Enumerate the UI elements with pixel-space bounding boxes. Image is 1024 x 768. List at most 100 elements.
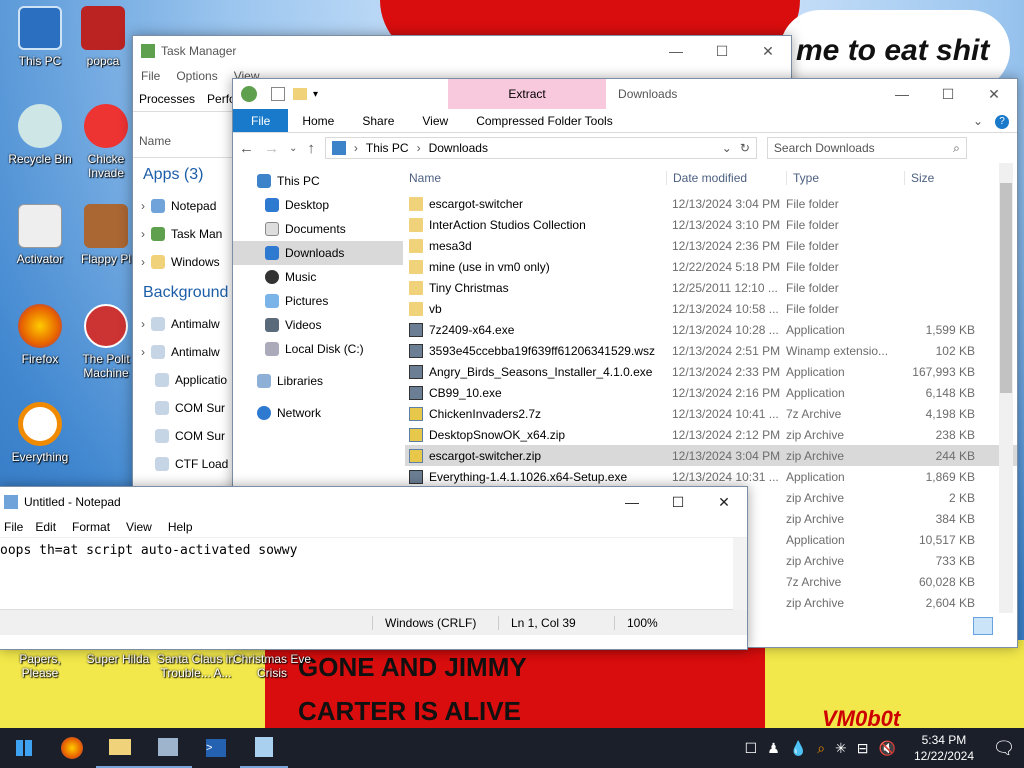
desktop-icon-activator[interactable]: Activator (2, 204, 78, 266)
file-row[interactable]: escargot-switcher 12/13/2024 3:04 PM File … (405, 193, 1017, 214)
tab-view[interactable]: View (408, 109, 462, 132)
tray-everything-icon[interactable]: ⌕ (817, 740, 825, 757)
file-row[interactable]: vb 12/13/2024 10:58 ... File folder (405, 298, 1017, 319)
ribbon-expand-icon[interactable]: ⌄ (969, 109, 987, 132)
properties-icon[interactable] (271, 87, 285, 101)
nav-videos[interactable]: Videos (233, 313, 403, 337)
desktop-icon-everything[interactable]: Everything (2, 402, 78, 464)
up-icon[interactable]: ↑ (307, 140, 315, 157)
file-row[interactable]: Tiny Christmas 12/25/2011 12:10 ... File f… (405, 277, 1017, 298)
refresh-icon[interactable]: ↻ (740, 141, 750, 155)
notepad-editor[interactable]: oops th=at script auto-activated sowwy (0, 537, 747, 610)
file-row[interactable]: 7z2409-x64.exe 12/13/2024 10:28 ... Applic… (405, 319, 1017, 340)
help-icon[interactable]: ? (987, 109, 1017, 132)
nav-libraries[interactable]: Libraries (233, 369, 403, 393)
back-icon[interactable]: ← (239, 140, 254, 157)
taskbar-explorer[interactable] (96, 728, 144, 768)
recent-dropdown-icon[interactable]: ⌄ (289, 143, 297, 154)
new-folder-icon[interactable] (293, 88, 307, 100)
breadcrumb-this-pc[interactable]: This PC (366, 141, 409, 155)
taskbar-powershell[interactable]: > (192, 728, 240, 768)
task-manager-titlebar[interactable]: Task Manager — ☐ ✕ (133, 36, 791, 66)
maximize-button[interactable]: ☐ (655, 487, 701, 517)
extract-context-tab[interactable]: Extract (448, 79, 607, 109)
desktop-icon-popcap[interactable]: popca (78, 6, 128, 68)
maximize-button[interactable]: ☐ (925, 79, 971, 109)
notifications-icon[interactable]: 🗨 (984, 728, 1024, 768)
minimize-button[interactable]: — (653, 36, 699, 66)
forward-icon[interactable]: → (264, 140, 279, 157)
tray-window-icon[interactable]: ☐ (745, 740, 758, 757)
column-size[interactable]: Size (904, 171, 979, 185)
nav-local-disk[interactable]: Local Disk (C:) (233, 337, 403, 361)
chevron-down-icon[interactable]: ▾ (313, 89, 318, 100)
menu-file[interactable]: File (133, 66, 168, 86)
file-row[interactable]: mesa3d 12/13/2024 2:36 PM File folder (405, 235, 1017, 256)
taskbar-notepad[interactable] (240, 728, 288, 768)
maximize-button[interactable]: ☐ (699, 36, 745, 66)
desktop-icon-chicken-invaders[interactable]: Chicke Invade (78, 104, 134, 180)
notepad-titlebar[interactable]: Untitled - Notepad — ☐ ✕ (0, 487, 747, 517)
vertical-scrollbar[interactable] (999, 163, 1013, 613)
search-input[interactable]: Search Downloads (774, 141, 875, 155)
nav-desktop[interactable]: Desktop (233, 193, 403, 217)
menu-options[interactable]: Options (168, 66, 225, 86)
column-name[interactable]: Name (405, 171, 666, 185)
nav-documents[interactable]: Documents (233, 217, 403, 241)
column-date-modified[interactable]: Date modified (666, 171, 786, 185)
nav-music[interactable]: Music (233, 265, 403, 289)
menu-edit[interactable]: Edit (27, 517, 64, 537)
file-row[interactable]: CB99_10.exe 12/13/2024 2:16 PM Application… (405, 382, 1017, 403)
nav-pictures[interactable]: Pictures (233, 289, 403, 313)
file-row[interactable]: DesktopSnowOK_x64.zip 12/13/2024 2:12 PM z… (405, 424, 1017, 445)
taskbar-task-manager[interactable] (144, 728, 192, 768)
menu-file[interactable]: File (0, 517, 27, 537)
breadcrumb-downloads[interactable]: Downloads (429, 141, 488, 155)
tab-share[interactable]: Share (348, 109, 408, 132)
desktop-icon-political-machine[interactable]: The Polit Machine (78, 304, 134, 380)
clock[interactable]: 5:34 PM 12/22/2024 (904, 732, 984, 764)
scrollbar-thumb[interactable] (1000, 183, 1012, 393)
notepad-scrollbar[interactable] (733, 538, 747, 610)
menu-format[interactable]: Format (64, 517, 118, 537)
tray-network-icon[interactable]: ⊟ (857, 740, 869, 757)
desktop-icon-super-hilda[interactable]: Super Hilda (80, 652, 156, 666)
menu-help[interactable]: Help (160, 517, 201, 537)
explorer-titlebar[interactable]: ▾ Extract Downloads — ☐ ✕ (233, 79, 1017, 109)
file-row[interactable]: 3593e45ccebba19f639ff61206341529.wsz 12/1… (405, 340, 1017, 361)
tab-compressed-folder-tools[interactable]: Compressed Folder Tools (462, 109, 627, 132)
desktop-icon-this-pc[interactable]: This PC (2, 6, 78, 68)
address-bar[interactable]: › This PC › Downloads ⌄ ↻ (324, 137, 757, 159)
tray-snow-icon[interactable]: ✳ (835, 740, 847, 757)
file-row[interactable]: InterAction Studios Collection 12/13/2024… (405, 214, 1017, 235)
file-row[interactable]: mine (use in vm0 only) 12/22/2024 5:18 PM… (405, 256, 1017, 277)
desktop-icon-firefox[interactable]: Firefox (2, 304, 78, 366)
desktop-icon-flappy[interactable]: Flappy Pl (78, 204, 134, 266)
column-type[interactable]: Type (786, 171, 904, 185)
search-box[interactable]: Search Downloads ⌕ (766, 137, 967, 159)
taskbar-firefox[interactable] (48, 728, 96, 768)
tray-volume-muted-icon[interactable]: 🔇 (879, 740, 896, 757)
desktop-icon-papers-please[interactable]: Papers, Please (0, 652, 80, 680)
tab-file[interactable]: File (233, 109, 289, 132)
details-view-icon[interactable] (973, 617, 993, 635)
file-row[interactable]: Everything-1.4.1.1026.x64-Setup.exe 12/13… (405, 466, 1017, 487)
tab-processes[interactable]: Processes (133, 88, 201, 110)
nav-network[interactable]: Network (233, 401, 403, 425)
tray-user-icon[interactable]: ♟ (767, 740, 780, 757)
start-button[interactable] (0, 728, 48, 768)
nav-this-pc[interactable]: This PC (233, 169, 403, 193)
chevron-down-icon[interactable]: ⌄ (722, 141, 732, 155)
tray-drop-icon[interactable]: 💧 (790, 740, 807, 757)
file-row[interactable]: escargot-switcher.zip 12/13/2024 3:04 PM z… (405, 445, 1017, 466)
notepad-text[interactable]: oops th=at script auto-activated sowwy (0, 538, 747, 558)
tab-home[interactable]: Home (288, 109, 348, 132)
menu-view[interactable]: View (118, 517, 160, 537)
close-button[interactable]: ✕ (745, 36, 791, 66)
desktop-icon-christmas-eve[interactable]: Christmas Eve Crisis (232, 652, 312, 680)
close-button[interactable]: ✕ (971, 79, 1017, 109)
desktop-icon-recycle-bin[interactable]: Recycle Bin (2, 104, 78, 166)
minimize-button[interactable]: — (879, 79, 925, 109)
file-row[interactable]: Angry_Birds_Seasons_Installer_4.1.0.exe 1… (405, 361, 1017, 382)
file-row[interactable]: ChickenInvaders2.7z 12/13/2024 10:41 ... 7… (405, 403, 1017, 424)
